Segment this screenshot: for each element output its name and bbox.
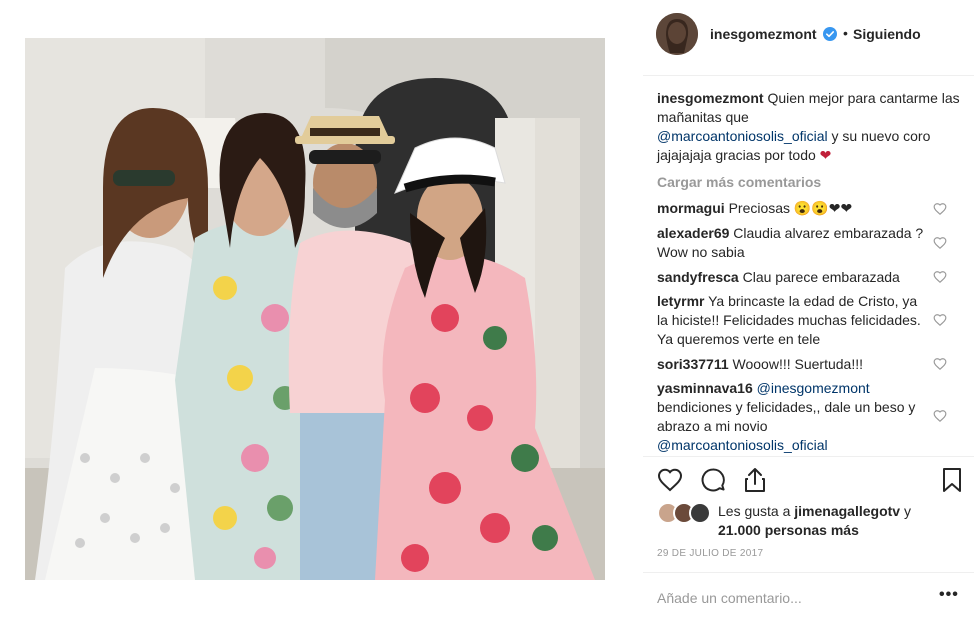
comment: sori337711 Wooow!!! Suertuda!!! xyxy=(657,355,929,374)
avatar-image xyxy=(656,13,698,55)
post-date[interactable]: 29 DE JULIO DE 2017 xyxy=(657,548,763,559)
comment-like-heart-icon[interactable] xyxy=(933,236,947,250)
caption-mention[interactable]: @marcoantoniosolis_oficial xyxy=(657,128,828,144)
add-comment-input[interactable]: Añade un comentario... xyxy=(657,590,802,606)
comment-like-heart-icon[interactable] xyxy=(933,409,947,423)
share-icon[interactable] xyxy=(741,466,769,494)
caption-heart-emoji: ❤ xyxy=(819,147,832,163)
comment-mention[interactable]: @marcoantoniosolis_oficial xyxy=(657,437,828,453)
follow-status-button[interactable]: Siguiendo xyxy=(853,26,921,42)
comment-mention[interactable]: @inesgomezmont xyxy=(757,380,870,396)
post-sidebar: inesgomezmont • Siguiendo inesgomezmont … xyxy=(643,0,974,620)
action-bar xyxy=(656,466,966,494)
comment-text: Preciosas 😮😮❤❤ xyxy=(728,200,853,216)
comment-username[interactable]: yasminnava16 xyxy=(657,380,753,396)
avatar xyxy=(689,502,711,524)
bookmark-icon[interactable] xyxy=(938,466,966,494)
comment-like-heart-icon[interactable] xyxy=(933,357,947,371)
comment-username[interactable]: alexader69 xyxy=(657,225,729,241)
comment: sandyfresca Clau parece embarazada xyxy=(657,268,929,287)
verified-badge-icon xyxy=(823,27,837,41)
more-options-button[interactable]: ••• xyxy=(939,586,959,604)
likes-connector: y xyxy=(903,503,911,519)
comment-like-heart-icon[interactable] xyxy=(933,270,947,284)
comment-text: Clau parece embarazada xyxy=(742,269,900,285)
comment: yasminnava16 @inesgomezmont bendiciones … xyxy=(657,379,929,455)
comment-text: Wooow!!! Suertuda!!! xyxy=(732,356,863,372)
comment-like-heart-icon[interactable] xyxy=(933,313,947,327)
avatar[interactable] xyxy=(656,13,698,55)
divider xyxy=(643,456,974,457)
comment-icon[interactable] xyxy=(699,466,727,494)
post-header: inesgomezmont • Siguiendo xyxy=(643,0,974,76)
caption-username[interactable]: inesgomezmont xyxy=(657,90,764,106)
comment: mormagui Preciosas 😮😮❤❤ xyxy=(657,199,929,218)
photo-illustration xyxy=(25,38,605,580)
comment-like-heart-icon[interactable] xyxy=(933,202,947,216)
likes-prefix: Les gusta a xyxy=(718,503,791,519)
comment-username[interactable]: sori337711 xyxy=(657,356,729,372)
comment: alexader69 Claudia alvarez embarazada ? … xyxy=(657,224,929,262)
post-author-username[interactable]: inesgomezmont xyxy=(710,26,817,42)
liker-avatars[interactable] xyxy=(657,502,713,524)
post-photo[interactable] xyxy=(25,38,605,580)
separator-dot: • xyxy=(843,25,848,41)
caption: inesgomezmont Quien mejor para cantarme … xyxy=(657,89,967,165)
likes-summary: Les gusta a jimenagallegotv y 21.000 per… xyxy=(718,502,958,540)
likes-count-link[interactable]: 21.000 personas más xyxy=(718,522,859,538)
comment-username[interactable]: letyrmr xyxy=(657,293,704,309)
likes-user[interactable]: jimenagallegotv xyxy=(794,503,900,519)
comment-username[interactable]: sandyfresca xyxy=(657,269,739,285)
comment-username[interactable]: mormagui xyxy=(657,200,725,216)
caption-text: inesgomezmont Quien mejor para cantarme … xyxy=(657,89,967,165)
divider xyxy=(643,572,974,573)
comment: letyrmr Ya brincaste la edad de Cristo, … xyxy=(657,292,929,349)
heart-icon[interactable] xyxy=(656,466,684,494)
comment-text: bendiciones y felicidades,, dale un beso… xyxy=(657,399,916,434)
load-more-comments-button[interactable]: Cargar más comentarios xyxy=(657,174,821,190)
